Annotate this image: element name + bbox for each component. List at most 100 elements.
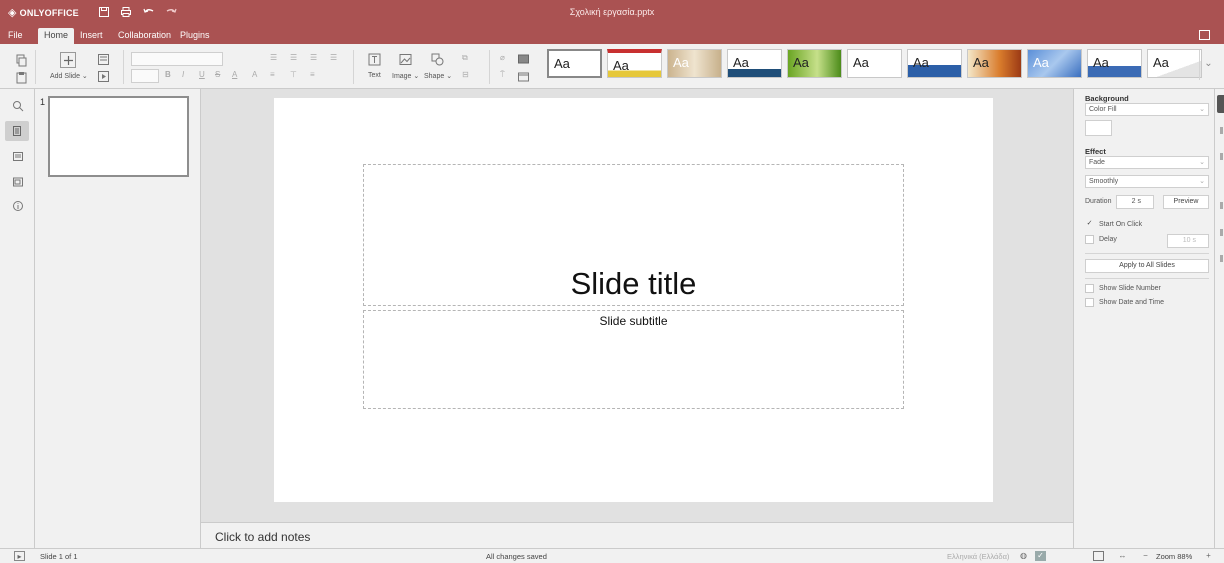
language-selector[interactable]: Ελληνικά (Ελλάδα): [947, 552, 1009, 561]
fill-type-value: Color Fill: [1089, 106, 1117, 113]
effect-value: Fade: [1089, 159, 1105, 166]
align-shape-icon[interactable]: ⊟: [462, 70, 469, 79]
settings-tab-handle[interactable]: [1220, 153, 1223, 160]
preview-button[interactable]: Preview: [1163, 195, 1209, 209]
theme-pixel-sample: Aa: [613, 58, 629, 73]
toolbar-separator: [123, 50, 124, 84]
show-slide-number-checkbox[interactable]: [1085, 284, 1094, 293]
fit-slide-icon[interactable]: [1093, 551, 1104, 561]
increase-indent-icon[interactable]: ☰: [330, 53, 337, 62]
add-slide-icon[interactable]: [60, 52, 76, 68]
theme-blue-wave[interactable]: Aa: [907, 49, 962, 78]
tab-home[interactable]: Home: [38, 28, 75, 44]
theme-classic[interactable]: Aa: [847, 49, 902, 78]
decrease-indent-icon[interactable]: ☰: [310, 53, 317, 62]
zoom-in-icon[interactable]: +: [1203, 551, 1214, 561]
arrange-icon[interactable]: ⧉: [462, 53, 468, 63]
zoom-out-icon[interactable]: −: [1140, 551, 1151, 561]
delay-stepper[interactable]: 10 s: [1167, 234, 1209, 248]
slide-size-icon[interactable]: [516, 69, 530, 83]
theme-pixel[interactable]: Aa: [607, 49, 662, 78]
show-date-time-checkbox[interactable]: [1085, 298, 1094, 307]
underline-icon[interactable]: U: [199, 70, 205, 79]
notes-area[interactable]: Click to add notes: [201, 522, 1073, 548]
duration-label: Duration: [1085, 198, 1112, 205]
copy-icon[interactable]: [14, 53, 28, 67]
effect-select[interactable]: Fade ⌄: [1085, 156, 1209, 169]
numbering-icon[interactable]: ☰: [290, 53, 297, 62]
theme-official[interactable]: Aa: [667, 49, 722, 78]
shape-icon[interactable]: [430, 52, 444, 66]
image-icon[interactable]: [398, 52, 412, 66]
slide-thumbnail[interactable]: [48, 96, 189, 177]
spellcheck-icon[interactable]: ✓: [1035, 551, 1046, 561]
theme-green-leaf[interactable]: Aa: [787, 49, 842, 78]
chat-icon[interactable]: [11, 175, 25, 189]
add-slide-button[interactable]: Add Slide ⌄: [50, 72, 88, 80]
slideshow-play-icon[interactable]: ▸: [14, 551, 25, 561]
delay-value: 10 s: [1182, 237, 1196, 244]
text-button-label[interactable]: Text: [368, 72, 381, 79]
font-color-icon[interactable]: A: [232, 70, 237, 79]
settings-tab-handle[interactable]: [1220, 255, 1223, 262]
shape-button[interactable]: Shape ⌄: [424, 72, 452, 80]
effect-type-select[interactable]: Smoothly ⌄: [1085, 175, 1209, 188]
fill-type-select[interactable]: Color Fill ⌄: [1085, 103, 1209, 116]
copy-style-icon[interactable]: ⍑: [500, 70, 505, 80]
theme-light[interactable]: Aa: [1147, 49, 1202, 78]
duration-stepper[interactable]: 2 s: [1116, 195, 1154, 209]
slide-subtitle-text[interactable]: Slide subtitle: [364, 314, 903, 328]
increase-font-icon[interactable]: A: [252, 70, 257, 79]
search-icon[interactable]: [11, 99, 25, 113]
slide-canvas[interactable]: Slide title Slide subtitle: [274, 98, 993, 502]
slide-settings-tab[interactable]: [1217, 95, 1224, 113]
theme-sunset[interactable]: Aa: [967, 49, 1022, 78]
fit-width-icon[interactable]: ↔: [1117, 551, 1128, 561]
bold-icon[interactable]: B: [165, 70, 171, 79]
bullets-icon[interactable]: ☰: [270, 53, 277, 62]
theme-sunset-sample: Aa: [973, 55, 989, 70]
notes-placeholder[interactable]: Click to add notes: [215, 530, 310, 544]
delay-checkbox[interactable]: [1085, 235, 1094, 244]
tab-insert[interactable]: Insert: [74, 28, 109, 44]
line-spacing-icon[interactable]: ≡: [310, 70, 315, 79]
clear-style-icon[interactable]: ⌀: [500, 53, 505, 62]
image-button-label: Image: [392, 73, 412, 80]
theme-corporate[interactable]: Aa: [1087, 49, 1142, 78]
theme-sky[interactable]: Aa: [1027, 49, 1082, 78]
settings-tab-handle[interactable]: [1220, 127, 1223, 134]
settings-tab-handle[interactable]: [1220, 229, 1223, 236]
themes-more-chevron-icon[interactable]: ⌄: [1199, 50, 1217, 80]
globe-icon[interactable]: ◍: [1018, 551, 1029, 561]
change-color-scheme-icon[interactable]: [516, 52, 530, 66]
font-name-combo[interactable]: [131, 52, 223, 66]
presentation-editor-window: ◈ ONLYOFFICE Σχολική εργασία.pptx File H…: [0, 0, 1224, 563]
text-box-icon[interactable]: [367, 52, 381, 66]
image-button[interactable]: Image ⌄: [392, 72, 419, 80]
start-on-click-checkbox[interactable]: ✓: [1085, 220, 1094, 229]
save-status: All changes saved: [486, 552, 547, 561]
tab-file[interactable]: File: [8, 28, 29, 44]
paste-icon[interactable]: [14, 70, 28, 84]
subtitle-placeholder[interactable]: Slide subtitle: [363, 310, 904, 409]
italic-icon[interactable]: I: [182, 70, 184, 79]
apply-to-all-slides-button[interactable]: Apply to All Slides: [1085, 259, 1209, 273]
slide-title-text[interactable]: Slide title: [364, 266, 903, 302]
align-icon[interactable]: ≡: [270, 70, 275, 79]
slide-layout-icon[interactable]: [96, 52, 110, 66]
comments-icon[interactable]: [11, 150, 25, 164]
background-color-picker[interactable]: [1085, 120, 1112, 136]
vertical-align-icon[interactable]: ⊤: [290, 70, 297, 79]
font-size-combo[interactable]: [131, 69, 159, 83]
tab-collaboration[interactable]: Collaboration: [112, 28, 177, 44]
settings-tab-handle[interactable]: [1220, 202, 1223, 209]
expand-toolbar-icon[interactable]: [1199, 30, 1210, 40]
about-info-icon[interactable]: [11, 199, 25, 213]
theme-blue-lines[interactable]: Aa: [727, 49, 782, 78]
theme-blank[interactable]: Aa: [547, 49, 602, 78]
strikethrough-icon[interactable]: S: [215, 70, 220, 79]
tab-plugins[interactable]: Plugins: [174, 28, 216, 44]
slides-panel-icon[interactable]: [5, 121, 29, 141]
title-placeholder[interactable]: Slide title: [363, 164, 904, 306]
start-slideshow-icon[interactable]: [96, 69, 110, 83]
